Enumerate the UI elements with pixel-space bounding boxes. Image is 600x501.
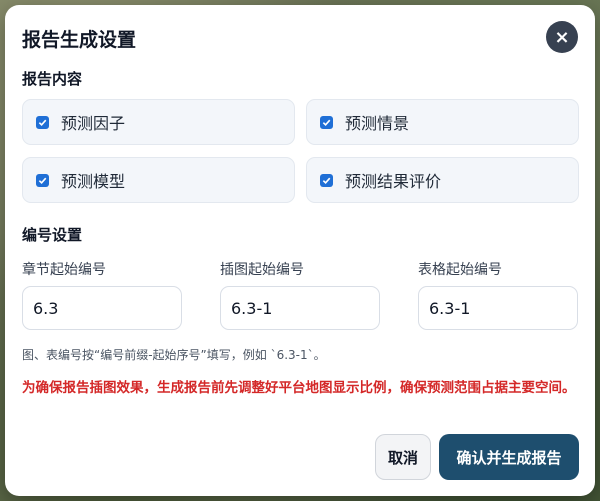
report-settings-dialog: 报告生成设置 × 报告内容 预测因子 预测情景 预测模型 预测结果评价 编号设置…	[5, 5, 595, 496]
checkbox-checked-icon[interactable]	[36, 173, 49, 187]
figure-start-label: 插图起始编号	[220, 262, 304, 278]
numbering-settings-heading: 编号设置	[22, 226, 83, 244]
close-button[interactable]: ×	[546, 21, 578, 53]
report-content-heading: 报告内容	[22, 70, 83, 88]
chapter-start-input[interactable]	[22, 286, 182, 330]
table-start-label: 表格起始编号	[418, 262, 502, 278]
checkbox-checked-icon[interactable]	[320, 115, 333, 129]
cancel-button[interactable]: 取消	[375, 434, 431, 480]
option-label: 预测模型	[61, 172, 126, 191]
option-label: 预测结果评价	[345, 172, 442, 191]
dialog-title: 报告生成设置	[22, 29, 137, 51]
table-start-input[interactable]	[418, 286, 578, 330]
checkbox-checked-icon[interactable]	[36, 115, 49, 129]
warning-message: 为确保报告插图效果，生成报告前先调整好平台地图显示比例，确保预测范围占据主要空间…	[22, 380, 576, 396]
option-forecast-scenarios[interactable]: 预测情景	[306, 99, 579, 145]
close-icon: ×	[554, 26, 570, 48]
checkbox-checked-icon[interactable]	[320, 173, 333, 187]
option-label: 预测情景	[345, 114, 410, 133]
numbering-hint: 图、表编号按“编号前缀-起始序号”填写，例如 `6.3-1`。	[22, 348, 326, 362]
option-label: 预测因子	[61, 114, 126, 133]
figure-start-input[interactable]	[220, 286, 380, 330]
option-forecast-evaluation[interactable]: 预测结果评价	[306, 157, 579, 203]
option-forecast-models[interactable]: 预测模型	[22, 157, 295, 203]
option-forecast-factors[interactable]: 预测因子	[22, 99, 295, 145]
confirm-generate-button[interactable]: 确认并生成报告	[439, 434, 579, 480]
chapter-start-label: 章节起始编号	[22, 262, 106, 278]
